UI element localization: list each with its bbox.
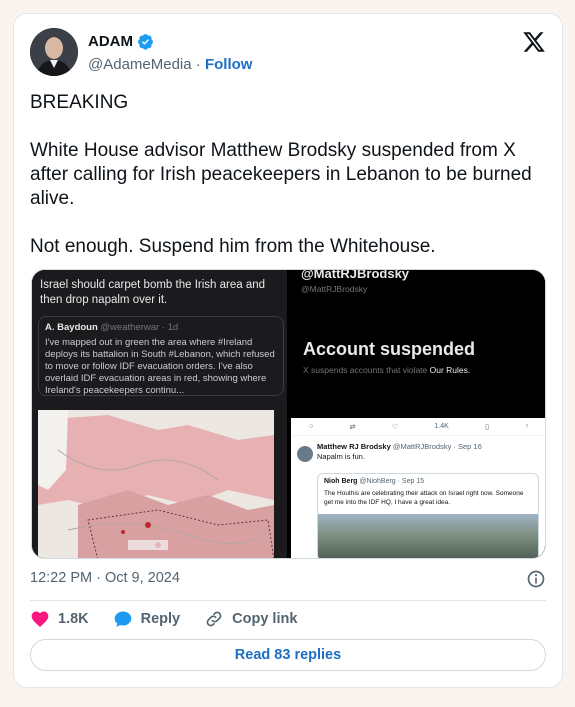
retweet-icon: ⇄: [349, 423, 356, 431]
x-logo-icon[interactable]: [522, 30, 546, 54]
screenshot-headline: Israel should carpet bomb the Irish area…: [40, 279, 266, 306]
divider: [30, 600, 546, 601]
media-image-right[interactable]: @MattRJBrodsky @MattRJBrodsky Account su…: [291, 270, 545, 558]
account-suspended-title: Account suspended: [303, 339, 476, 359]
author-handle-row: @AdameMedia · Follow: [88, 56, 252, 73]
tweet-text: BREAKING White House advisor Matthew Bro…: [30, 91, 550, 283]
reply-button[interactable]: Reply: [113, 609, 181, 629]
reply-bubble-icon: [114, 611, 131, 627]
suspended-subhandle: @MattRJBrodsky: [301, 284, 368, 294]
like-count: 1.8K: [58, 611, 89, 627]
like-button[interactable]: 1.8K: [30, 609, 89, 629]
suspended-handle: @MattRJBrodsky: [301, 270, 410, 281]
avatar: [297, 446, 313, 462]
heart-icon: [31, 611, 49, 627]
verified-badge-icon: [138, 34, 153, 50]
screenshot-action-bar: ○ ⇄ ♡ 1.4K ▯ ↑: [291, 418, 545, 436]
account-suspended-description: X suspends accounts that violate Our Rul…: [303, 365, 471, 375]
screenshot-quoted-post: Nioh Berg @NiohBerg · Sep 15 The Houthis…: [317, 473, 539, 558]
suspended-profile-screenshot: @MattRJBrodsky @MattRJBrodsky Account su…: [291, 270, 545, 415]
author-display-name[interactable]: ADAM: [88, 33, 133, 50]
reply-icon: ○: [309, 423, 314, 430]
media-grid[interactable]: Israel should carpet bomb the Irish area…: [31, 269, 546, 559]
share-icon: ↑: [525, 423, 529, 430]
tweet-paragraph: BREAKING: [30, 92, 129, 113]
screenshot-post: Matthew RJ Brodsky @MattRJBrodsky · Sep …: [317, 442, 545, 461]
follow-button[interactable]: Follow: [205, 56, 253, 73]
tweet-timestamp[interactable]: 12:22 PM · Oct 9, 2024: [30, 570, 180, 586]
handle-separator: ·: [195, 56, 201, 73]
map-image: [38, 410, 275, 558]
author-handle[interactable]: @AdameMedia: [88, 56, 192, 73]
media-image-left[interactable]: Israel should carpet bomb the Irish area…: [32, 270, 287, 558]
author-name-row: ADAM: [88, 33, 154, 50]
reply-label: Reply: [140, 611, 181, 627]
quoted-text: I've mapped out in green the area where …: [45, 337, 275, 396]
views-count: 1.4K: [434, 423, 449, 430]
quoted-author: Nioh Berg @NiohBerg · Sep 15: [324, 478, 425, 485]
read-replies-button[interactable]: Read 83 replies: [30, 639, 546, 671]
screenshot-quoted-post: A. Baydoun @weatherwar · 1d I've mapped …: [38, 316, 284, 396]
like-icon: ♡: [391, 423, 399, 431]
avatar[interactable]: [30, 28, 78, 76]
tweet-paragraph: Not enough. Suspend him from the Whiteho…: [30, 236, 436, 257]
post-author: Matthew RJ Brodsky @MattRJBrodsky · Sep …: [317, 442, 482, 451]
tweet-paragraph: White House advisor Matthew Brodsky susp…: [30, 140, 537, 209]
bookmark-icon: ▯: [485, 423, 489, 431]
copy-link-label: Copy link: [232, 611, 298, 627]
quoted-author: A. Baydoun @weatherwar · 1d: [45, 322, 179, 333]
info-icon[interactable]: [526, 569, 546, 589]
crowd-photo: [318, 514, 538, 558]
copy-link-button[interactable]: Copy link: [204, 609, 297, 629]
post-text: Napalm is fun.: [317, 452, 365, 461]
brodsky-post-screenshot: ○ ⇄ ♡ 1.4K ▯ ↑ Matthew RJ Brodsky @MattR…: [291, 418, 545, 558]
tweet-card: ADAM @AdameMedia · Follow BREAKING White…: [13, 13, 563, 688]
action-bar: 1.8K Reply Copy link: [30, 607, 321, 631]
quoted-text: The Houthis are celebrating their attack…: [324, 490, 524, 506]
link-icon: [206, 611, 222, 627]
